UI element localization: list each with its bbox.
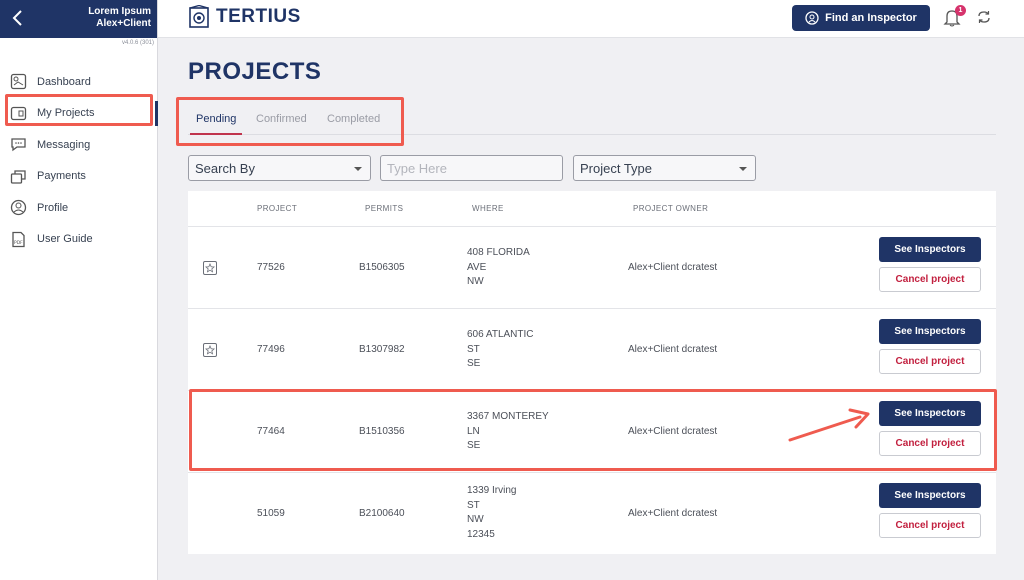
annotation-arrow-icon: [788, 408, 870, 442]
see-inspectors-button[interactable]: See Inspectors: [879, 237, 981, 262]
sidebar-item-profile[interactable]: Profile: [0, 192, 157, 224]
star-icon[interactable]: [203, 261, 217, 275]
permit-number: B1307982: [359, 344, 405, 355]
notification-badge: 1: [955, 5, 966, 16]
column-header-owner: PROJECT OWNER: [633, 204, 709, 213]
tab-confirmed[interactable]: Confirmed: [256, 113, 307, 125]
address-line: AVE: [467, 261, 487, 273]
where-address: 1339 Irving ST NW 12345: [467, 484, 516, 542]
projects-table: PROJECT PERMITS WHERE PROJECT OWNER 7752…: [188, 191, 996, 554]
cancel-project-button[interactable]: Cancel project: [879, 431, 981, 456]
inspector-badge-icon: [805, 11, 819, 25]
svg-text:PDF: PDF: [14, 240, 23, 246]
dashboard-icon: [10, 74, 27, 90]
user-line-1: Lorem Ipsum: [88, 6, 151, 17]
project-type-value: Project Type: [580, 160, 653, 176]
permit-number: B2100640: [359, 508, 405, 519]
sidebar-item-user-guide[interactable]: PDF User Guide: [0, 224, 157, 256]
sidebar-item-label: User Guide: [37, 233, 93, 246]
project-id: 77526: [257, 262, 285, 273]
address-line: SE: [467, 440, 481, 451]
messaging-icon: [11, 138, 26, 152]
address-line: ST: [467, 343, 480, 355]
building-logo-icon: [189, 5, 209, 28]
project-owner: Alex+Client dcratest: [628, 344, 718, 355]
projects-icon: [10, 106, 27, 120]
find-inspector-button[interactable]: Find an Inspector: [792, 5, 930, 31]
address-line: NW: [467, 276, 484, 287]
page-title: PROJECTS: [188, 58, 322, 85]
user-line-2: Alex+Client: [96, 18, 151, 29]
project-tabs: Pending Confirmed Completed: [188, 108, 996, 135]
sidebar-item-my-projects[interactable]: My Projects: [0, 98, 158, 130]
table-row: 77496 B1307982 606 ATLANTIC ST SE Alex+C…: [188, 309, 996, 391]
column-header-project: PROJECT: [257, 204, 298, 213]
refresh-icon[interactable]: [976, 9, 992, 25]
user-name: Lorem Ipsum Alex+Client: [88, 6, 151, 30]
address-line: ST: [467, 499, 480, 511]
back-arrow-icon[interactable]: [8, 8, 28, 28]
brand-name: TERTIUS: [216, 6, 301, 27]
pdf-icon: PDF: [12, 231, 25, 247]
sidebar-item-label: Profile: [37, 201, 69, 214]
see-inspectors-button[interactable]: See Inspectors: [879, 319, 981, 344]
sidebar: Lorem Ipsum Alex+Client v4.0.6 (301) Das…: [0, 0, 158, 580]
chevron-down-icon: [739, 167, 747, 171]
project-id: 51059: [257, 508, 285, 519]
tab-pending[interactable]: Pending: [189, 113, 243, 135]
project-id: 77496: [257, 344, 285, 355]
sidebar-item-dashboard[interactable]: Dashboard: [0, 66, 157, 98]
where-address: 3367 MONTEREY LN SE: [467, 410, 549, 454]
where-address: 606 ATLANTIC ST SE: [467, 328, 534, 372]
find-inspector-label: Find an Inspector: [825, 12, 917, 24]
search-input[interactable]: [387, 160, 562, 176]
address-line: LN: [467, 425, 480, 437]
app-version: v4.0.6 (301): [121, 40, 154, 46]
column-header-where: WHERE: [472, 204, 504, 213]
see-inspectors-button[interactable]: See Inspectors: [879, 401, 981, 426]
profile-icon: [10, 200, 27, 216]
top-bar: TERTIUS Find an Inspector 1: [158, 0, 1024, 38]
permit-number: B1506305: [359, 262, 405, 273]
star-icon[interactable]: [203, 343, 217, 357]
sidebar-item-label: Dashboard: [37, 75, 91, 88]
address-line: 1339 Irving: [467, 485, 517, 496]
sidebar-header: Lorem Ipsum Alex+Client: [0, 0, 157, 38]
address-line: 12345: [467, 528, 495, 540]
address-line: SE: [467, 358, 481, 369]
address-line: 408 FLORIDA: [467, 247, 530, 258]
payments-icon: [10, 170, 26, 184]
tab-completed[interactable]: Completed: [327, 113, 380, 125]
table-row: 51059 B2100640 1339 Irving ST NW 12345 A…: [188, 473, 996, 554]
address-line: 3367 MONTEREY: [467, 411, 549, 422]
address-line: NW: [467, 514, 484, 525]
table-row: 77526 B1506305 408 FLORIDA AVE NW Alex+C…: [188, 227, 996, 309]
sidebar-item-messaging[interactable]: Messaging: [0, 129, 157, 161]
sidebar-item-payments[interactable]: Payments: [0, 161, 157, 193]
address-line: 606 ATLANTIC: [467, 329, 534, 340]
where-address: 408 FLORIDA AVE NW: [467, 246, 530, 290]
sidebar-item-label: My Projects: [37, 107, 95, 120]
project-id: 77464: [257, 426, 285, 437]
cancel-project-button[interactable]: Cancel project: [879, 267, 981, 292]
search-by-value: Search By: [195, 160, 255, 176]
brand-logo: TERTIUS: [188, 5, 301, 29]
project-owner: Alex+Client dcratest: [628, 262, 718, 273]
sidebar-nav: Dashboard My Projects Messaging Payments…: [0, 66, 158, 256]
project-owner: Alex+Client dcratest: [628, 508, 718, 519]
cancel-project-button[interactable]: Cancel project: [879, 513, 981, 538]
column-header-permits: PERMITS: [365, 204, 404, 213]
search-by-select[interactable]: Search By: [188, 155, 371, 181]
project-owner: Alex+Client dcratest: [628, 426, 718, 437]
cancel-project-button[interactable]: Cancel project: [879, 349, 981, 374]
project-type-select[interactable]: Project Type: [573, 155, 756, 181]
see-inspectors-button[interactable]: See Inspectors: [879, 483, 981, 508]
search-field[interactable]: [380, 155, 563, 181]
permit-number: B1510356: [359, 426, 405, 437]
chevron-down-icon: [354, 167, 362, 171]
table-header: PROJECT PERMITS WHERE PROJECT OWNER: [188, 191, 996, 227]
sidebar-item-label: Messaging: [37, 138, 91, 151]
sidebar-item-label: Payments: [37, 170, 86, 183]
